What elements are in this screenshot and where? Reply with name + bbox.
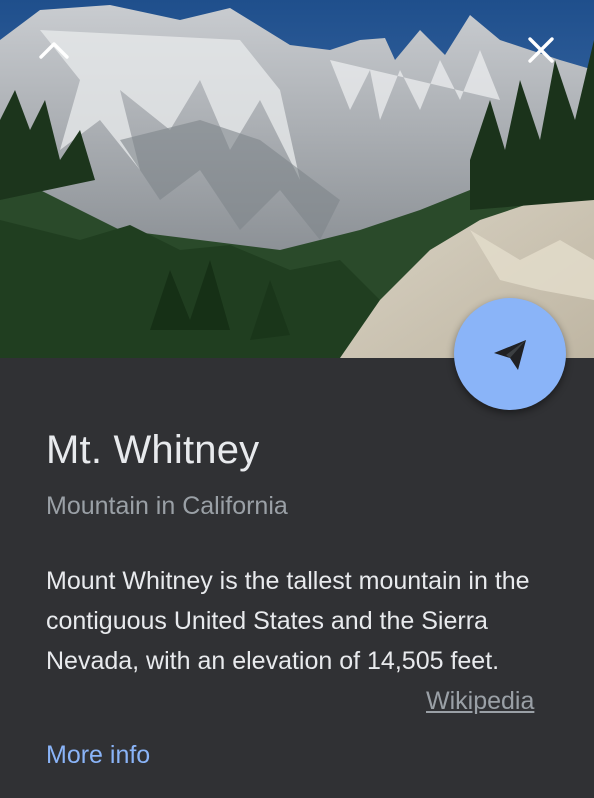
paper-plane-icon xyxy=(494,340,526,370)
share-directions-button[interactable] xyxy=(454,298,566,410)
chevron-up-icon xyxy=(39,42,69,59)
more-info-link[interactable]: More info xyxy=(46,735,150,775)
place-subtitle: Mountain in California xyxy=(46,492,288,520)
place-title: Mt. Whitney xyxy=(46,428,260,472)
place-description: Mount Whitney is the tallest mountain in… xyxy=(46,567,530,675)
close-button[interactable] xyxy=(519,28,563,72)
wikipedia-link[interactable]: Wikipedia xyxy=(426,681,534,721)
collapse-button[interactable] xyxy=(32,28,76,72)
knowledge-card: Mt. Whitney Mountain in California Mount… xyxy=(0,0,594,798)
close-icon xyxy=(528,37,554,63)
